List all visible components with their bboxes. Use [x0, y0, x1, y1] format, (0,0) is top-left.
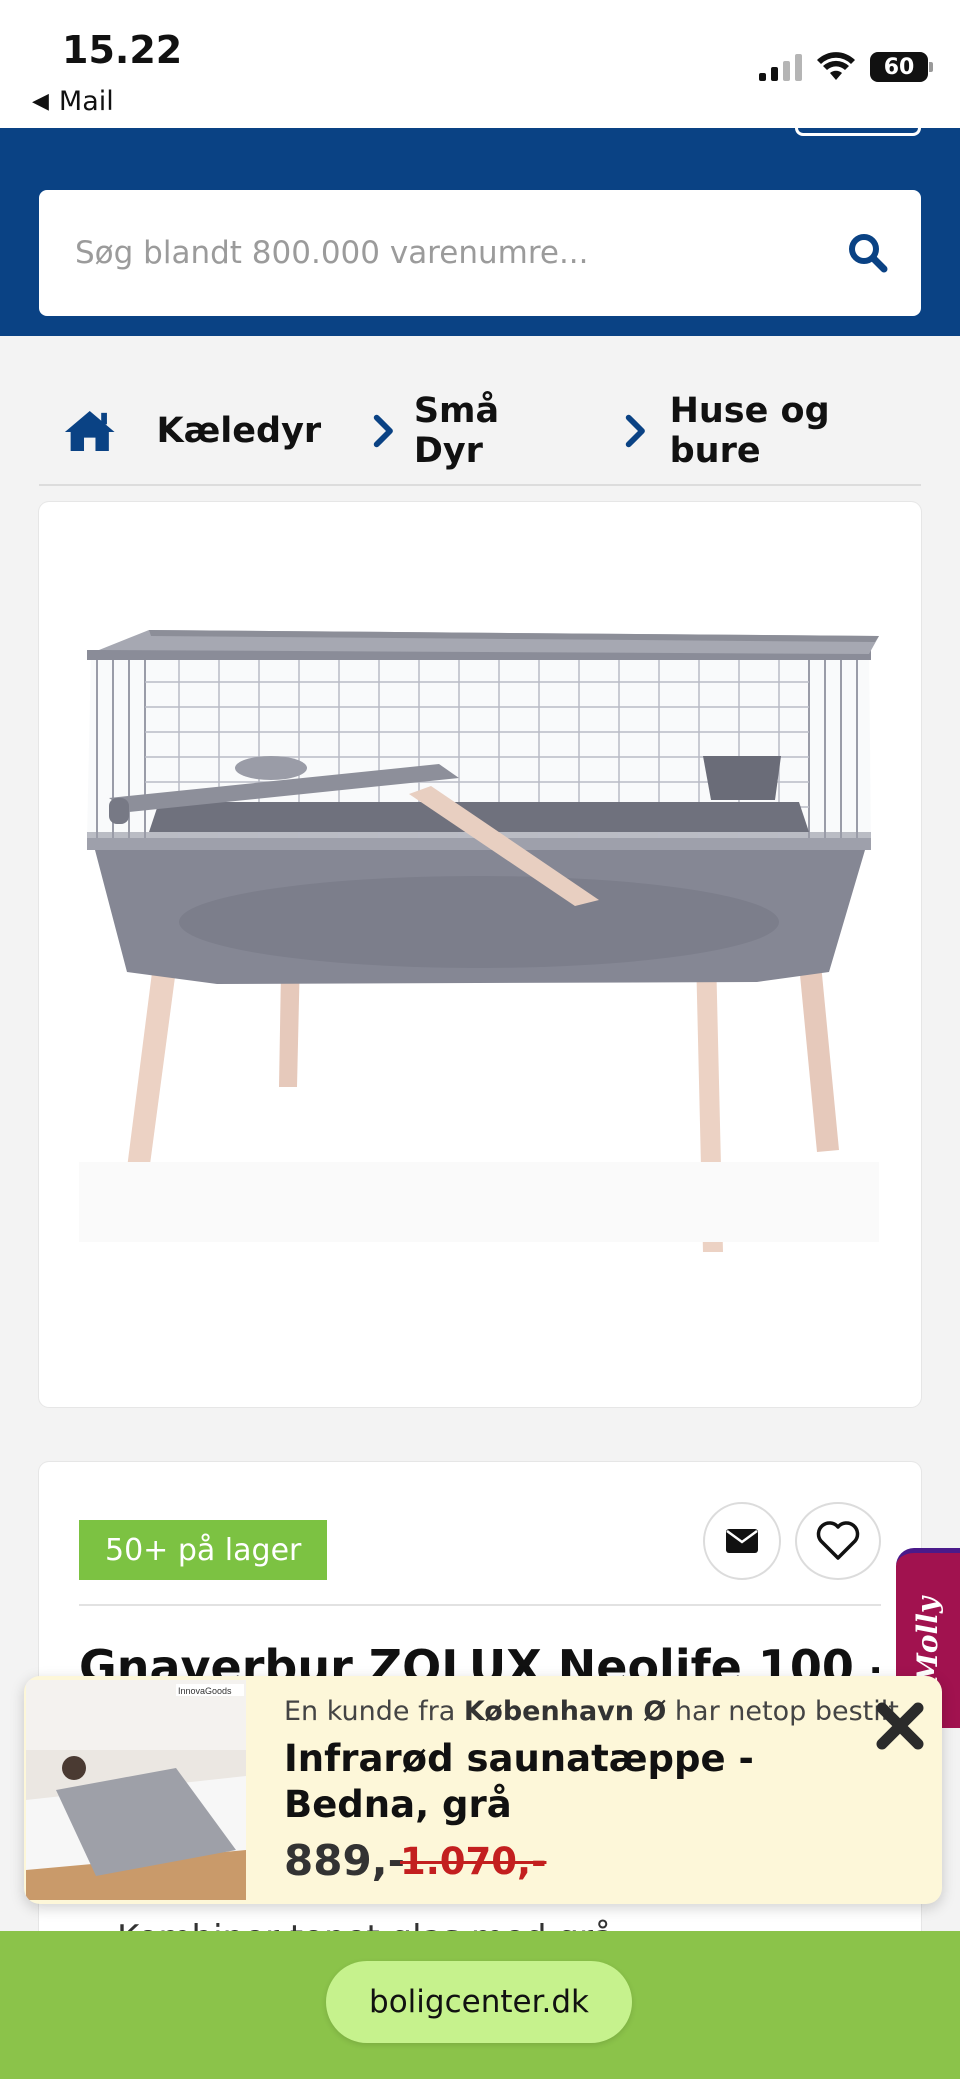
breadcrumb-item-smaa-dyr[interactable]: Små Dyr: [414, 391, 573, 471]
search-box: [39, 190, 921, 316]
stock-badge: 50+ på lager: [79, 1520, 328, 1580]
chevron-right-icon: [373, 414, 394, 448]
status-icons: 60: [759, 52, 933, 82]
toast-old-price: 1.070,-: [400, 1840, 547, 1883]
home-icon[interactable]: [63, 406, 116, 456]
toast-city: København Ø: [463, 1696, 667, 1727]
toast-price: 889,-: [284, 1836, 406, 1885]
wifi-icon: [817, 52, 855, 80]
toast-image-brand: InnovaGoods: [178, 1686, 232, 1696]
heart-icon: [816, 1521, 860, 1560]
status-time: 15.22: [62, 28, 183, 72]
back-triangle-icon: ◀: [32, 89, 49, 114]
breadcrumb-item-huse-og-bure[interactable]: Huse og bure: [670, 391, 921, 471]
back-label: Mail: [58, 86, 114, 117]
product-image-card[interactable]: [39, 502, 921, 1407]
search-input[interactable]: [75, 235, 815, 271]
battery-level: 60: [883, 54, 915, 80]
search-icon[interactable]: [845, 230, 891, 276]
close-icon[interactable]: [870, 1696, 930, 1756]
info-divider: [79, 1604, 881, 1606]
product-image: [79, 630, 879, 1252]
status-bar: 15.22 ◀ Mail 60: [0, 0, 960, 128]
email-share-button[interactable]: [703, 1502, 781, 1580]
envelope-icon: [726, 1529, 758, 1553]
molly-label: Molly: [911, 1596, 945, 1685]
breadcrumb: Kæledyr Små Dyr Huse og bure: [39, 378, 921, 486]
toast-product-image: InnovaGoods: [26, 1680, 246, 1900]
cellular-signal-icon: [759, 53, 802, 81]
header-menu-tab[interactable]: [795, 128, 921, 136]
battery-icon: 60: [870, 52, 933, 82]
back-to-mail-button[interactable]: ◀ Mail: [32, 86, 114, 117]
site-header: [0, 128, 960, 336]
address-bar[interactable]: boligcenter.dk: [326, 1961, 632, 2043]
chevron-right-icon: [625, 414, 645, 448]
recent-purchase-toast[interactable]: InnovaGoods En kunde fra København Ø har…: [24, 1676, 942, 1904]
breadcrumb-item-kaeledyr[interactable]: Kæledyr: [156, 411, 321, 451]
toast-customer-line: En kunde fra København Ø har netop besti…: [284, 1696, 899, 1727]
browser-bottom-bar: boligcenter.dk: [0, 1931, 960, 2079]
toast-product-name[interactable]: Infrarød saunatæppe - Bedna, grå: [284, 1736, 884, 1828]
favorite-button[interactable]: [795, 1502, 881, 1580]
